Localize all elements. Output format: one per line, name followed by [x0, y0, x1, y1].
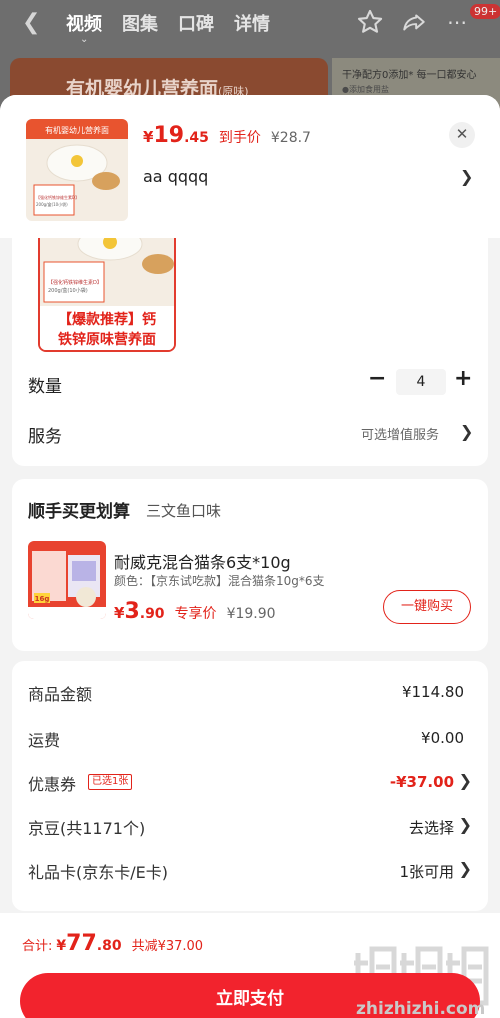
addon-card: 顺手买更划算 三文鱼口味 16g 耐威克混合猫条6支*10g 颜色：【京东试吃款… [12, 479, 488, 651]
fee-summary-card: 商品金额 ¥114.80 运费 ¥0.00 优惠券 已选1张 -¥37.00 ❯… [12, 661, 488, 911]
tab-details[interactable]: 详情 [234, 10, 270, 36]
product-promo-label: 【爆款推荐】钙 铁锌原味营养面 [42, 310, 172, 350]
watermark-text: zhizhizhi.com [356, 999, 486, 1018]
fee-row-shipping: 运费 ¥0.00 [28, 727, 472, 751]
close-icon: ✕ [455, 125, 469, 143]
thumb-pack-line2: 200g/盒(10小袋) [36, 201, 68, 207]
coupon-label: 优惠券 [28, 775, 77, 794]
tab-reviews[interactable]: 口碑 [178, 10, 214, 36]
price-label: 到手价 [218, 130, 261, 146]
service-value[interactable]: 可选增值服务 [361, 424, 439, 443]
jingdou-label: 京豆(共1171个) [28, 819, 146, 838]
giftcard-value: 1张可用 [399, 863, 454, 881]
notification-badge: 99+ [470, 4, 500, 19]
fee-row-giftcard[interactable]: 礼品卡(京东卡/E卡) 1张可用 ❯ [28, 859, 472, 883]
addon-thumb-badge: 16g [35, 595, 50, 603]
shipping-label: 运费 [28, 731, 61, 750]
side-banner-sub: ●添加食用盐 [342, 85, 389, 94]
service-chevron-right-icon[interactable]: ❯ [460, 422, 473, 441]
side-banner-text: 干净配方0添加* 每一口都安心 [342, 70, 477, 81]
tab-video[interactable]: 视频 [66, 10, 102, 36]
addon-price-label: 专享价 [174, 606, 217, 622]
addon-buy-button[interactable]: 一键购买 [383, 590, 471, 624]
total-savings: 共减¥37.00 [131, 939, 204, 954]
share-icon[interactable] [400, 10, 428, 36]
jingdou-value: 去选择 [408, 819, 454, 837]
fee-row-goods: 商品金额 ¥114.80 [28, 681, 472, 705]
back-icon[interactable]: ❮ [22, 10, 40, 35]
total-label: 合计: [22, 939, 53, 954]
original-price: ¥28.7 [270, 130, 311, 146]
sheet-header: 有机婴幼儿营养面 【强化钙铁锌维生素D】 200g/盒(10小袋) ¥19.45… [0, 95, 500, 238]
thumb-title: 有机婴幼儿营养面 [45, 125, 109, 135]
selected-spec[interactable]: aa qqqq [143, 167, 208, 186]
tab-indicator-icon: ⌄ [80, 34, 89, 45]
coupon-chevron-right-icon[interactable]: ❯ [459, 771, 472, 790]
giftcard-chevron-right-icon[interactable]: ❯ [459, 859, 472, 878]
service-label: 服务 [28, 427, 62, 447]
product-options-card: 【强化钙铁锌维生素D】 200g/盒(10小袋) 【爆款推荐】钙 铁锌原味营养面… [12, 238, 488, 466]
star-icon[interactable] [356, 8, 384, 36]
spec-chevron-right-icon[interactable]: ❯ [460, 167, 473, 186]
quantity-plus-button[interactable]: + [454, 366, 472, 391]
addon-spec: 颜色：【京东试吃款】混合猫条10g*6支 [114, 574, 325, 588]
coupon-value: -¥37.00 [389, 773, 454, 791]
goods-amount-label: 商品金额 [28, 685, 93, 704]
total-amount: ¥77.80 [56, 931, 122, 956]
purchase-sheet: 有机婴幼儿营养面 【强化钙铁锌维生素D】 200g/盒(10小袋) ¥19.45… [0, 95, 500, 1018]
background-page: ❮ 视频 图集 口碑 详情 ⌄ ⋯ 99+ 有机婴幼儿营养面(原味) 干净配方0… [0, 0, 500, 110]
jingdou-chevron-right-icon[interactable]: ❯ [459, 815, 472, 834]
product-thumbnail: 有机婴幼儿营养面 【强化钙铁锌维生素D】 200g/盒(10小袋) [26, 119, 128, 221]
price-row: ¥19.45 到手价 ¥28.7 [143, 123, 311, 148]
close-button[interactable]: ✕ [449, 122, 475, 148]
thumb-pack-line1: 【强化钙铁锌维生素D】 [36, 194, 79, 200]
addon-price: ¥3.90 [114, 599, 165, 624]
pack-line1: 【强化钙铁锌维生素D】 [48, 279, 102, 286]
addon-name: 耐威克混合猫条6支*10g [114, 553, 291, 572]
addon-title: 顺手买更划算 [28, 502, 130, 522]
current-price: ¥19.45 [143, 123, 209, 148]
promo-label-line2: 铁锌原味营养面 [58, 332, 156, 348]
shipping-value: ¥0.00 [421, 729, 464, 747]
addon-price-row: ¥3.90 专享价 ¥19.90 [114, 599, 276, 624]
addon-original-price: ¥19.90 [226, 606, 276, 622]
total-row: 合计: ¥77.80 共减¥37.00 [22, 931, 203, 956]
tab-gallery[interactable]: 图集 [122, 10, 158, 36]
promo-label-line1: 【爆款推荐】钙 [58, 312, 156, 328]
quantity-input[interactable]: 4 [396, 369, 446, 395]
quantity-label: 数量 [28, 377, 62, 397]
coupon-selected-tag: 已选1张 [88, 774, 133, 790]
checkout-footer: 合计: ¥77.80 共减¥37.00 立即支付 zhizhizhi.com [0, 913, 500, 1018]
goods-amount-value: ¥114.80 [401, 683, 464, 701]
more-icon[interactable]: ⋯ [442, 8, 472, 38]
top-tabs: 视频 图集 口碑 详情 [66, 10, 270, 36]
pack-line2: 200g/盒(10小袋) [48, 287, 88, 294]
giftcard-label: 礼品卡(京东卡/E卡) [28, 863, 168, 882]
quantity-minus-button[interactable]: − [368, 366, 386, 391]
addon-subtitle: 三文鱼口味 [146, 502, 222, 520]
fee-row-jingdou[interactable]: 京豆(共1171个) 去选择 ❯ [28, 815, 472, 839]
addon-thumbnail[interactable]: 16g [28, 541, 106, 619]
fee-row-coupon[interactable]: 优惠券 已选1张 -¥37.00 ❯ [28, 771, 472, 795]
